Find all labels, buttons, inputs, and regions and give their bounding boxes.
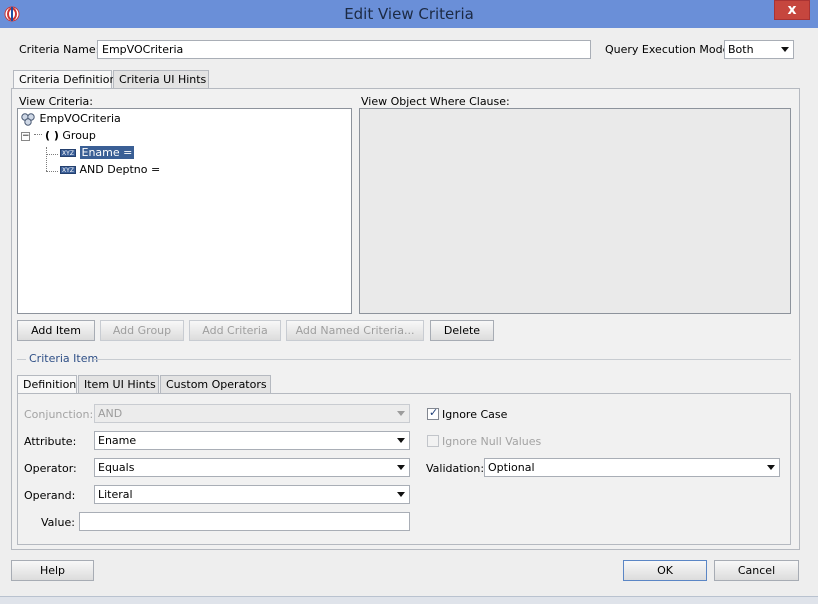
validation-select[interactable]: Optional bbox=[484, 458, 780, 477]
operand-value: Literal bbox=[98, 488, 133, 501]
operator-value: Equals bbox=[98, 461, 135, 474]
tab-definition[interactable]: Definition bbox=[17, 375, 77, 394]
collapse-icon[interactable]: − bbox=[21, 131, 30, 141]
ignore-null-values-checkbox[interactable] bbox=[427, 435, 439, 447]
tab-criteria-ui-hints[interactable]: Criteria UI Hints bbox=[113, 70, 209, 88]
conjunction-label: Conjunction: bbox=[24, 408, 94, 421]
where-clause-label: View Object Where Clause: bbox=[361, 95, 510, 108]
conjunction-select[interactable]: AND bbox=[94, 404, 410, 423]
operand-select[interactable]: Literal bbox=[94, 485, 410, 504]
chevron-down-icon bbox=[767, 465, 775, 470]
view-criteria-label: View Criteria: bbox=[19, 95, 93, 108]
tree-connector bbox=[33, 134, 42, 135]
tab-custom-operators[interactable]: Custom Operators bbox=[160, 375, 271, 393]
window-title: Edit View Criteria bbox=[344, 5, 474, 23]
attribute-xyz-icon: XYZ bbox=[60, 149, 76, 157]
view-criteria-root-icon bbox=[21, 113, 35, 126]
criteria-name-label: Criteria Name: bbox=[19, 43, 100, 56]
title-bar: Edit View Criteria x bbox=[0, 0, 818, 28]
ok-button[interactable]: OK bbox=[623, 560, 707, 581]
criteria-item-tabs: Definition Item UI Hints Custom Operator… bbox=[17, 375, 277, 394]
tree-connector bbox=[46, 147, 47, 171]
tree-item-ename[interactable]: XYZ Ename = bbox=[60, 145, 136, 161]
tab-item-ui-hints[interactable]: Item UI Hints bbox=[78, 375, 159, 393]
attribute-xyz-icon: XYZ bbox=[60, 166, 76, 174]
delete-button[interactable]: Delete bbox=[430, 320, 494, 341]
tree-item-deptno[interactable]: XYZ AND Deptno = bbox=[60, 162, 160, 178]
chevron-down-icon bbox=[397, 438, 405, 443]
ignore-case-label: Ignore Case bbox=[442, 408, 508, 421]
dialog-window: Edit View Criteria x Criteria Name: EmpV… bbox=[0, 0, 818, 604]
query-mode-select[interactable]: Both bbox=[724, 40, 794, 59]
group-icon: ( ) bbox=[45, 129, 59, 142]
section-separator bbox=[17, 359, 26, 360]
add-item-button[interactable]: Add Item bbox=[17, 320, 95, 341]
window-bottom-edge bbox=[0, 596, 818, 604]
view-criteria-tree[interactable]: EmpVOCriteria − ( ) Group XYZ Ename = XY… bbox=[17, 108, 352, 314]
cancel-button[interactable]: Cancel bbox=[714, 560, 799, 581]
criteria-name-input[interactable]: EmpVOCriteria bbox=[97, 40, 591, 59]
tree-connector bbox=[46, 154, 58, 155]
where-clause-area[interactable] bbox=[359, 108, 791, 314]
tree-root-label: EmpVOCriteria bbox=[39, 112, 121, 125]
validation-value: Optional bbox=[488, 461, 535, 474]
criteria-item-section-label: Criteria Item bbox=[29, 352, 99, 365]
attribute-select[interactable]: Ename bbox=[94, 431, 410, 450]
add-group-button[interactable]: Add Group bbox=[100, 320, 184, 341]
ignore-case-checkbox[interactable] bbox=[427, 406, 439, 420]
help-button[interactable]: Help bbox=[11, 560, 94, 581]
chevron-down-icon bbox=[397, 411, 405, 416]
close-icon[interactable]: x bbox=[774, 0, 810, 20]
dialog-body: Criteria Name: EmpVOCriteria Query Execu… bbox=[0, 28, 818, 596]
operator-label: Operator: bbox=[24, 462, 77, 475]
attribute-label: Attribute: bbox=[24, 435, 77, 448]
validation-label: Validation: bbox=[426, 462, 485, 475]
query-mode-value: Both bbox=[728, 43, 754, 56]
tree-group-row[interactable]: − ( ) Group bbox=[21, 128, 96, 144]
tree-group-label: Group bbox=[62, 129, 96, 142]
tree-root-row[interactable]: EmpVOCriteria bbox=[20, 111, 121, 127]
attribute-value: Ename bbox=[98, 434, 137, 447]
tree-item-label: AND Deptno = bbox=[79, 163, 161, 176]
tree-item-label: Ename = bbox=[78, 145, 136, 160]
section-separator bbox=[93, 359, 791, 360]
add-named-criteria-button[interactable]: Add Named Criteria... bbox=[286, 320, 424, 341]
value-input[interactable] bbox=[79, 512, 410, 531]
conjunction-value: AND bbox=[98, 407, 123, 420]
operand-label: Operand: bbox=[24, 489, 76, 502]
chevron-down-icon bbox=[397, 492, 405, 497]
ignore-null-values-label: Ignore Null Values bbox=[442, 435, 542, 448]
chevron-down-icon bbox=[781, 47, 789, 52]
query-mode-label: Query Execution Mode: bbox=[605, 43, 734, 56]
operator-select[interactable]: Equals bbox=[94, 458, 410, 477]
tab-criteria-definition[interactable]: Criteria Definition bbox=[13, 70, 116, 89]
value-label: Value: bbox=[41, 516, 75, 529]
chevron-down-icon bbox=[397, 465, 405, 470]
add-criteria-button[interactable]: Add Criteria bbox=[189, 320, 281, 341]
tree-connector bbox=[46, 171, 58, 172]
main-tabs: Criteria Definition Criteria UI Hints bbox=[13, 70, 213, 89]
